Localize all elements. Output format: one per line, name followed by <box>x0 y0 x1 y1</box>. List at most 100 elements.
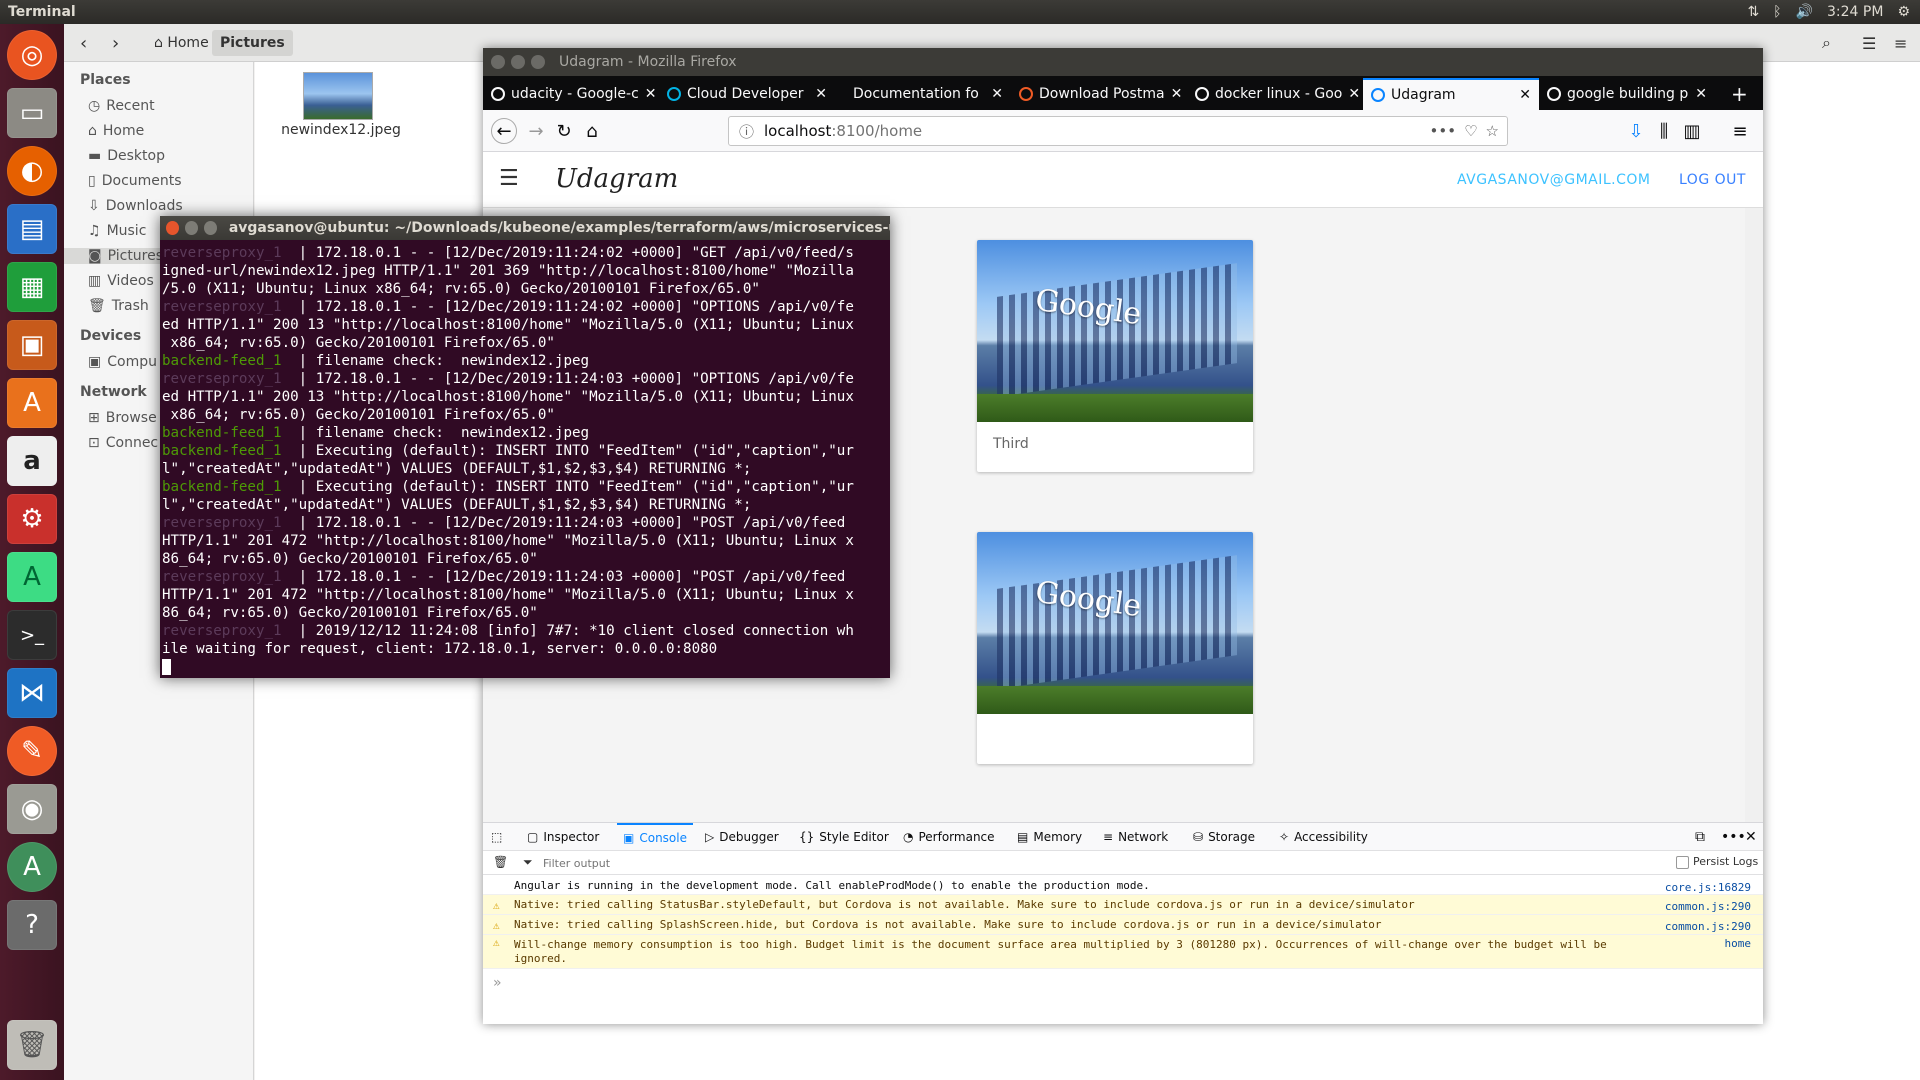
close-window-icon[interactable] <box>491 55 505 69</box>
trash-icon[interactable]: 🗑 <box>7 1020 57 1070</box>
close-icon[interactable]: ✕ <box>815 86 827 102</box>
pocket-icon[interactable]: ♡ <box>1464 122 1477 140</box>
tab-udagram[interactable]: Udagram ✕ <box>1363 78 1539 110</box>
help-icon[interactable]: ? <box>7 900 57 950</box>
minimize-window-icon[interactable] <box>184 221 198 235</box>
tab-documentation[interactable]: Documentation fo ✕ <box>835 78 1011 110</box>
close-icon[interactable]: ✕ <box>1348 86 1360 102</box>
tab-download-postman[interactable]: Download Postma ✕ <box>1011 78 1187 110</box>
library-icon[interactable]: ⫼ <box>1651 118 1677 144</box>
breadcrumb-home[interactable]: ⌂ Home <box>146 30 217 56</box>
home-icon[interactable]: ⌂ <box>579 118 605 144</box>
tab-performance[interactable]: ◔ Performance <box>903 823 995 851</box>
files-icon[interactable]: ▭ <box>7 88 57 138</box>
clock[interactable]: 3:24 PM <box>1827 4 1883 20</box>
console-prompt[interactable]: » <box>493 975 502 991</box>
tab-debugger[interactable]: ▷ Debugger <box>705 823 779 851</box>
page-actions-icon[interactable]: ••• <box>1430 122 1457 140</box>
trash-icon[interactable]: 🗑 <box>493 855 508 869</box>
url-bar[interactable]: ⓘ localhost:8100/home ••• ♡ ☆ <box>728 116 1508 146</box>
amazon-icon[interactable]: a <box>7 436 57 486</box>
close-icon[interactable]: ✕ <box>1695 86 1707 102</box>
sidebar-item-trash[interactable]: 🗑 Trash <box>88 298 149 314</box>
sidebar-item-recent[interactable]: ◷ Recent <box>88 98 155 114</box>
tab-storage[interactable]: ⛁ Storage <box>1193 823 1255 851</box>
sidebar-item-documents[interactable]: ▯ Documents <box>88 173 182 189</box>
tab-memory[interactable]: ▤ Memory <box>1017 823 1082 851</box>
tab-accessibility[interactable]: ✧ Accessibility <box>1279 823 1368 851</box>
bookmark-star-icon[interactable]: ☆ <box>1486 122 1499 140</box>
info-icon[interactable]: ⓘ <box>739 121 754 142</box>
screenshot-icon[interactable]: ◉ <box>7 784 57 834</box>
downloads-icon[interactable]: ⇩ <box>1623 118 1649 144</box>
sidebar-item-browse-network[interactable]: ⊞ Browse <box>88 410 157 426</box>
tab-console[interactable]: ▣ Console <box>617 823 693 851</box>
tab-network[interactable]: ≡ Network <box>1103 823 1168 851</box>
sidebar-item-computer[interactable]: ▣ Compu <box>88 354 157 370</box>
volume-icon[interactable]: 🔊 <box>1796 4 1813 20</box>
forward-arrow-icon[interactable]: → <box>523 118 549 144</box>
calc-icon[interactable]: ▦ <box>7 262 57 312</box>
message-source-link[interactable]: home <box>1725 937 1752 951</box>
android-studio-icon[interactable]: A <box>7 552 57 602</box>
tab-cloud-developer[interactable]: Cloud Developer ✕ <box>659 78 835 110</box>
writer-icon[interactable]: ▤ <box>7 204 57 254</box>
menu-icon[interactable]: ☰ <box>499 166 519 191</box>
breadcrumb-pictures[interactable]: Pictures <box>212 30 293 56</box>
bluetooth-icon[interactable]: ᛒ <box>1773 4 1781 20</box>
software-center-icon[interactable]: A <box>7 378 57 428</box>
close-icon[interactable]: ✕ <box>1171 86 1183 102</box>
sidebar-item-desktop[interactable]: ▬ Desktop <box>88 148 165 164</box>
sidebar-item-music[interactable]: ♫ Music <box>88 223 146 239</box>
more-options-icon[interactable]: ••• <box>1721 823 1746 851</box>
firefox-icon[interactable]: ◐ <box>7 146 57 196</box>
sidebar-item-home[interactable]: ⌂ Home <box>88 123 144 139</box>
terminal-output[interactable]: reverseproxy_1 | 172.18.0.1 - - [12/Dec/… <box>160 240 890 678</box>
persist-logs-checkbox[interactable] <box>1676 856 1689 869</box>
user-email-link[interactable]: AVGASANOV@GMAIL.COM <box>1457 172 1651 188</box>
close-window-icon[interactable] <box>166 221 179 235</box>
gear-icon[interactable]: ⚙ <box>1897 4 1910 20</box>
settings-icon[interactable]: ⚙ <box>7 494 57 544</box>
feed-card[interactable]: Google Third <box>977 240 1253 472</box>
close-icon[interactable]: ✕ <box>645 86 657 102</box>
sidebar-item-videos[interactable]: ▥ Videos <box>88 273 154 289</box>
sidebar-toggle-icon[interactable]: ▥ <box>1679 118 1705 144</box>
scrollbar[interactable] <box>1745 208 1763 822</box>
tab-docker-linux[interactable]: docker linux - Goo ✕ <box>1187 78 1363 110</box>
pick-element-icon[interactable]: ⬚ <box>491 823 502 851</box>
filter-input[interactable] <box>543 854 943 872</box>
tab-google-building[interactable]: google building p ✕ <box>1539 78 1715 110</box>
tab-style-editor[interactable]: {} Style Editor <box>799 823 889 851</box>
sidebar-item-downloads[interactable]: ⇩ Downloads <box>88 198 183 214</box>
menu-icon[interactable]: ≡ <box>1886 30 1915 56</box>
message-source-link[interactable]: common.js:290 <box>1665 897 1751 916</box>
list-view-icon[interactable]: ☰ <box>1854 30 1884 56</box>
back-arrow-icon[interactable]: ← <box>491 118 517 144</box>
close-icon[interactable]: ✕ <box>1519 87 1531 103</box>
feed-card[interactable]: Google <box>977 532 1253 764</box>
software-updater-icon[interactable]: A <box>7 842 57 892</box>
vscode-icon[interactable]: ⋈ <box>7 668 57 718</box>
file-thumbnail[interactable] <box>303 72 373 120</box>
hamburger-menu-icon[interactable]: ≡ <box>1727 118 1753 144</box>
minimize-window-icon[interactable] <box>511 55 525 69</box>
search-icon[interactable]: ⌕ <box>1814 30 1839 56</box>
terminal-icon[interactable]: >_ <box>7 610 57 660</box>
sidebar-item-connect-server[interactable]: ⊡ Connec <box>88 435 158 451</box>
close-icon[interactable]: ✕ <box>991 86 1003 102</box>
dock-icon[interactable]: ⧉ <box>1695 823 1705 851</box>
tab-udacity[interactable]: udacity - Google-c ✕ <box>483 78 659 110</box>
tab-inspector[interactable]: ▢ Inspector <box>527 823 599 851</box>
back-arrow-icon[interactable]: ‹ <box>72 30 95 56</box>
maximize-window-icon[interactable] <box>531 55 545 69</box>
reload-icon[interactable]: ↻ <box>551 118 577 144</box>
file-name[interactable]: newindex12.jpeg <box>281 122 401 138</box>
close-icon[interactable]: ✕ <box>1745 823 1757 851</box>
ubuntu-dash-icon[interactable]: ◎ <box>7 30 57 80</box>
postman-icon[interactable]: ✎ <box>7 726 57 776</box>
maximize-window-icon[interactable] <box>203 221 217 235</box>
network-arrows-icon[interactable]: ⇅ <box>1747 4 1759 20</box>
logout-button[interactable]: LOG OUT <box>1679 172 1746 188</box>
message-source-link[interactable]: common.js:290 <box>1665 917 1751 936</box>
